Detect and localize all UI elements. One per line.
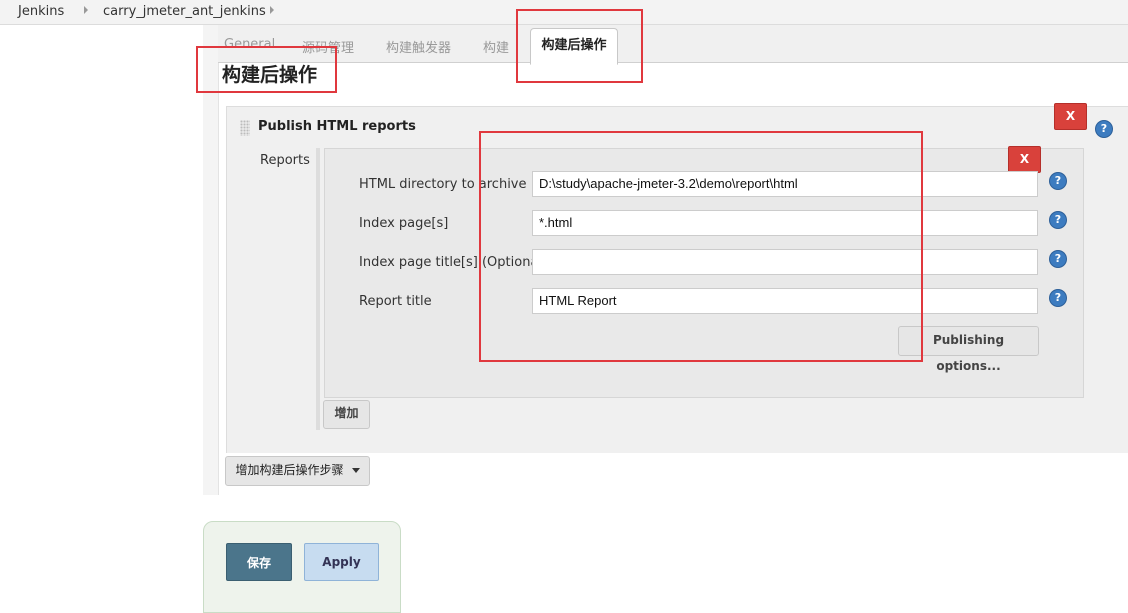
breadcrumb-jenkins[interactable]: Jenkins <box>18 4 64 19</box>
report-title-input[interactable]: HTML Report <box>532 288 1038 314</box>
drag-handle-icon[interactable] <box>240 120 250 136</box>
tab-build[interactable]: 构建 <box>483 37 509 56</box>
add-post-build-step-button[interactable]: 增加构建后操作步骤 <box>225 456 370 486</box>
html-directory-input[interactable]: D:\study\apache-jmeter-3.2\demo\report\h… <box>532 171 1038 197</box>
section-title: 构建后操作 <box>222 64 318 86</box>
index-pages-input[interactable]: *.html <box>532 210 1038 236</box>
index-page-titles-input[interactable] <box>532 249 1038 275</box>
help-icon[interactable]: ? <box>1050 290 1066 306</box>
html-directory-label: HTML directory to archive <box>359 177 527 192</box>
tab-post-build[interactable]: 构建后操作 <box>530 28 618 65</box>
tab-general[interactable]: General <box>224 37 275 52</box>
help-icon[interactable]: ? <box>1096 121 1112 137</box>
index-pages-label: Index page[s] <box>359 216 449 231</box>
config-tabs <box>218 25 1128 63</box>
apply-button[interactable]: Apply <box>304 543 379 581</box>
publish-title: Publish HTML reports <box>258 119 416 134</box>
breadcrumb-job[interactable]: carry_jmeter_ant_jenkins <box>103 4 266 19</box>
add-report-button[interactable]: 增加 <box>323 400 370 429</box>
help-icon[interactable]: ? <box>1050 173 1066 189</box>
tab-source-code[interactable]: 源码管理 <box>302 37 354 56</box>
delete-report-button[interactable]: X <box>1008 146 1041 173</box>
reports-label: Reports <box>260 153 310 168</box>
index-page-titles-label: Index page title[s] (Optional) <box>359 255 548 270</box>
publishing-options-button[interactable]: Publishing options... <box>898 326 1039 373</box>
chevron-right-icon <box>270 6 274 14</box>
delete-step-button[interactable]: X <box>1054 103 1087 130</box>
reports-divider <box>316 148 320 430</box>
report-title-label: Report title <box>359 294 432 309</box>
help-icon[interactable]: ? <box>1050 251 1066 267</box>
save-button[interactable]: 保存 <box>226 543 292 581</box>
chevron-right-icon <box>84 6 88 14</box>
help-icon[interactable]: ? <box>1050 212 1066 228</box>
add-post-build-step-label: 增加构建后操作步骤 <box>235 463 344 477</box>
content-left-border <box>203 25 219 495</box>
breadcrumb: Jenkins carry_jmeter_ant_jenkins <box>0 0 1128 25</box>
tab-build-triggers[interactable]: 构建触发器 <box>386 37 451 56</box>
caret-down-icon <box>351 468 360 473</box>
